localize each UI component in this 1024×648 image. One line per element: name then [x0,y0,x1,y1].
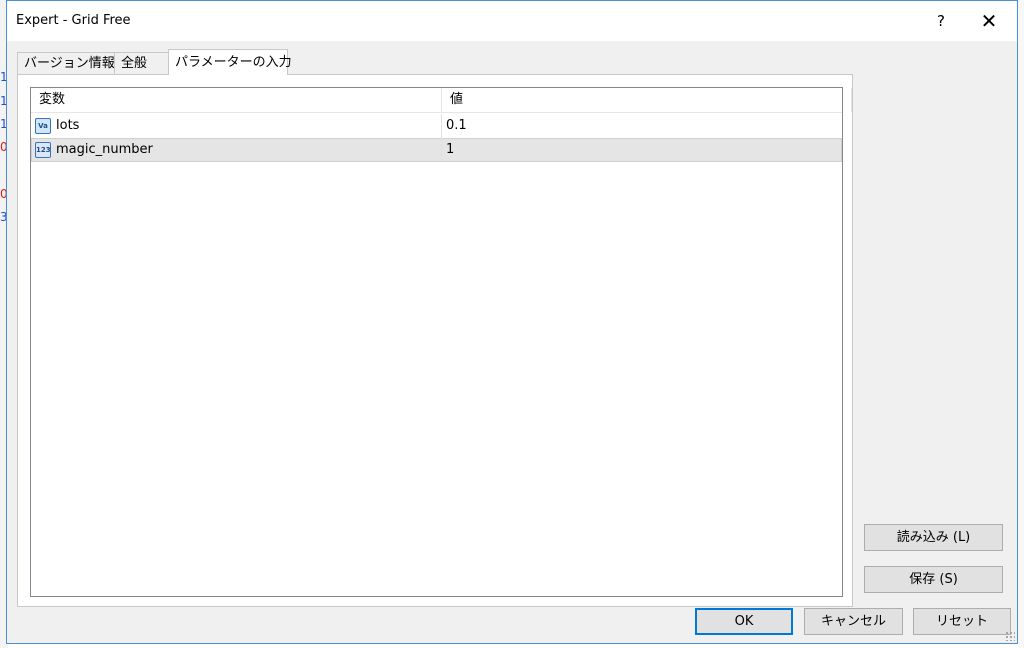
param-value[interactable]: 0.1 [446,114,467,138]
load-button[interactable]: 読み込み (L) [864,524,1003,551]
param-name: lots [56,118,80,133]
title-bar[interactable]: Expert - Grid Free ? ✕ [7,1,1017,41]
cell-separator [441,114,442,138]
column-header-value[interactable]: 値 [442,88,852,112]
ok-button[interactable]: OK [695,608,793,635]
variable-icon: Va [35,118,51,134]
window-title: Expert - Grid Free [16,13,131,28]
table-row[interactable]: 123 magic_number 1 [31,138,842,162]
close-button[interactable]: ✕ [969,7,1009,35]
parameters-panel: 変数 値 Va lots 0.1 123 magic_number 1 [17,74,853,607]
background-app-right [1018,0,1024,648]
param-value[interactable]: 1 [446,138,454,162]
tab-parameters[interactable]: パラメーターの入力 [168,49,292,75]
tab-version-info[interactable]: バージョン情報 [17,52,115,74]
help-button[interactable]: ? [921,7,961,35]
resize-grip-icon[interactable] [1005,631,1015,641]
parameters-list[interactable]: 変数 値 Va lots 0.1 123 magic_number 1 [30,87,852,597]
table-row[interactable]: Va lots 0.1 [31,114,842,138]
column-header-variable[interactable]: 変数 [31,88,441,112]
param-name: magic_number [56,142,153,157]
cell-separator [441,138,442,162]
expert-dialog: Expert - Grid Free ? ✕ バージョン情報 全般 パラメーター… [6,0,1018,644]
integer-icon: 123 [35,142,51,158]
save-button[interactable]: 保存 (S) [864,566,1003,593]
tab-general[interactable]: 全般 [114,52,169,74]
cancel-button[interactable]: キャンセル [804,608,903,635]
list-header: 変数 値 [31,88,852,113]
reset-button[interactable]: リセット [913,608,1011,635]
column-separator[interactable] [851,88,852,112]
